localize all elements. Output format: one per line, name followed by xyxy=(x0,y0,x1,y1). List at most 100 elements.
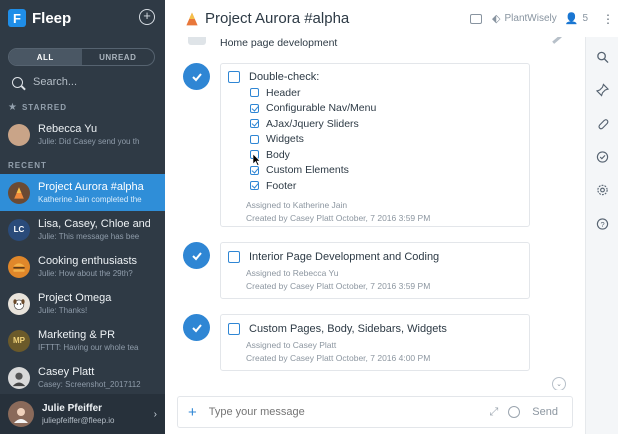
scroll-down-icon[interactable]: ⌄ xyxy=(552,377,566,390)
sidebar: F Fleep + ALL UNREAD Search... ★ STARRED… xyxy=(0,0,165,434)
conversation-name: Casey Platt xyxy=(38,366,95,378)
starred-label: STARRED xyxy=(21,103,68,112)
paperclip-icon[interactable] xyxy=(596,117,609,130)
task-title-row: Custom Pages, Body, Sidebars, Widgets xyxy=(228,323,529,335)
message-text: Home page development xyxy=(220,37,338,49)
subtask-label: Header xyxy=(266,86,301,99)
task-meta: Assigned to Rebecca Yu Created by Casey … xyxy=(246,267,529,293)
chevron-right-icon[interactable]: › xyxy=(154,409,157,420)
conversation-preview: Julie: Thanks! xyxy=(38,306,88,315)
task-checkbox[interactable] xyxy=(228,323,240,335)
current-user[interactable]: Julie Pfeiffer juliepfeiffer@fleep.io › xyxy=(0,394,165,434)
subtask-label: AJax/Jquery Sliders xyxy=(266,117,359,130)
user-name: Julie Pfeiffer xyxy=(42,403,103,414)
task-assignee: Assigned to Rebecca Yu xyxy=(246,268,339,278)
conversation-item[interactable]: Casey Platt Casey: Screenshot_2017112 xyxy=(0,359,165,396)
subtask-label: Body xyxy=(266,148,290,161)
attach-plus-icon[interactable]: + xyxy=(188,404,197,421)
conversation-title: Project Aurora #alpha xyxy=(205,10,350,27)
conversation-text: Marketing & PR IFTTT: Having our whole t… xyxy=(38,329,150,352)
avatar xyxy=(8,292,30,315)
subtask-checkbox[interactable] xyxy=(250,181,259,191)
current-user-text: Julie Pfeiffer juliepfeiffer@fleep.io xyxy=(42,403,154,425)
edit-icon[interactable] xyxy=(552,37,562,44)
filter-unread-tab[interactable]: UNREAD xyxy=(82,49,155,65)
check-icon xyxy=(191,251,202,260)
help-icon[interactable]: ? xyxy=(596,217,609,230)
subtask-item[interactable]: Widgets xyxy=(250,132,529,148)
user-email: juliepfeiffer@fleep.io xyxy=(42,416,115,425)
task-assignee: Assigned to Casey Platt xyxy=(246,340,337,350)
mouse-cursor-icon xyxy=(253,154,261,166)
conversation-text: Cooking enthusiasts Julie: How about the… xyxy=(38,255,150,278)
subtask-checkbox[interactable] xyxy=(250,119,259,129)
subtask-item[interactable]: Header xyxy=(250,85,529,101)
task-checkbox[interactable] xyxy=(228,71,240,83)
task-created: Created by Casey Platt October, 7 2016 4… xyxy=(246,353,431,363)
new-conversation-button[interactable]: + xyxy=(139,9,155,25)
search-icon xyxy=(12,76,23,88)
conversation-item[interactable]: Cooking enthusiasts Julie: How about the… xyxy=(0,248,165,285)
conversation-preview: Julie: Did Casey send you th xyxy=(38,137,140,146)
task-meta: Assigned to Casey Platt Created by Casey… xyxy=(246,339,529,365)
conversation-icon xyxy=(186,12,198,25)
inbox-icon[interactable] xyxy=(470,13,483,24)
avatar xyxy=(8,255,30,278)
search-input[interactable]: Search... xyxy=(33,76,77,88)
sidebar-search[interactable]: Search... xyxy=(12,73,157,91)
subtask-item[interactable]: AJax/Jquery Sliders xyxy=(250,116,529,132)
expand-icon[interactable]: ⤢ xyxy=(489,406,498,419)
task-title: Interior Page Development and Coding xyxy=(249,251,440,263)
filter-all-tab[interactable]: ALL xyxy=(9,49,82,65)
task-title-row: Interior Page Development and Coding xyxy=(228,251,529,263)
conversation-item[interactable]: Project Omega Julie: Thanks! xyxy=(0,285,165,322)
brand-name: Fleep xyxy=(32,9,72,27)
conversation-preview: Julie: This message has bee xyxy=(38,232,140,241)
task-card: Custom Pages, Body, Sidebars, Widgets As… xyxy=(220,314,530,371)
subtask-label: Widgets xyxy=(266,133,304,146)
conversation-item[interactable]: LC Lisa, Casey, Chloe and o Julie: This … xyxy=(0,211,165,248)
task-created: Created by Casey Platt October, 7 2016 3… xyxy=(246,281,431,291)
send-button[interactable]: Send xyxy=(532,406,558,418)
emoji-icon[interactable] xyxy=(508,406,521,418)
task-checkbox[interactable] xyxy=(228,251,240,263)
conversation-name: Project Omega xyxy=(38,292,112,304)
task-done-toggle[interactable] xyxy=(183,314,210,341)
subtask-item[interactable]: Body xyxy=(250,147,529,163)
subtask-label: Footer xyxy=(266,179,297,192)
subtask-checkbox[interactable] xyxy=(250,134,259,144)
subtask-item[interactable]: Footer xyxy=(250,178,529,194)
check-icon xyxy=(191,323,202,332)
conversation-name: Lisa, Casey, Chloe and o xyxy=(38,218,150,230)
members-count[interactable]: 5 xyxy=(582,13,588,24)
task-title: Double-check: xyxy=(249,71,320,83)
conversation-item-selected[interactable]: Project Aurora #alpha Katherine Jain com… xyxy=(0,174,165,211)
check-icon xyxy=(191,72,202,81)
conversation-text: Project Aurora #alpha Katherine Jain com… xyxy=(38,181,150,204)
subtask-item[interactable]: Custom Elements xyxy=(250,163,529,179)
pin-icon[interactable] xyxy=(596,82,609,97)
burger-icon xyxy=(13,262,25,272)
tag-label[interactable]: PlantWisely xyxy=(504,13,556,24)
conversation-preview: Casey: Screenshot_2017112 xyxy=(38,380,141,389)
search-icon[interactable] xyxy=(596,50,609,63)
conversation-item[interactable]: Rebecca Yu Julie: Did Casey send you th xyxy=(0,116,165,153)
subtask-checkbox[interactable] xyxy=(250,88,259,98)
avatar xyxy=(8,181,30,204)
tag-icon[interactable]: ⬖ xyxy=(492,12,500,25)
message-input[interactable] xyxy=(208,406,490,418)
task-card: Interior Page Development and Coding Ass… xyxy=(220,242,530,299)
subtask-checkbox[interactable] xyxy=(250,165,259,175)
conversation-text: Rebecca Yu Julie: Did Casey send you th xyxy=(38,123,150,146)
more-options-icon[interactable]: ⋮ xyxy=(598,12,618,26)
task-done-toggle[interactable] xyxy=(183,63,210,90)
subtask-item[interactable]: Configurable Nav/Menu xyxy=(250,101,529,117)
subtask-checkbox[interactable] xyxy=(250,103,259,113)
check-circle-icon[interactable] xyxy=(596,150,609,163)
composer-box: + ⤢ Send xyxy=(177,396,573,428)
conversation-item[interactable]: MP Marketing & PR IFTTT: Having our whol… xyxy=(0,322,165,359)
gear-icon[interactable] xyxy=(596,183,609,196)
task-done-toggle[interactable] xyxy=(183,242,210,269)
conversation-filter: ALL UNREAD xyxy=(8,48,155,66)
members-icon[interactable]: 👤 xyxy=(565,12,579,25)
